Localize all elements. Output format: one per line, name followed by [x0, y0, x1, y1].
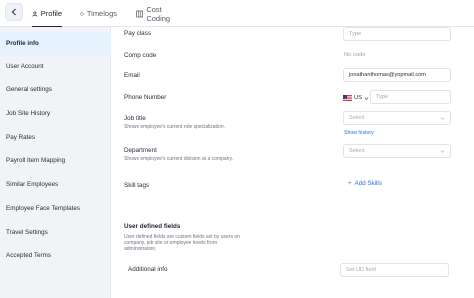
sidebar-item-accepted-terms[interactable]: Accepted Terms — [0, 244, 111, 267]
tab-profile[interactable]: Profile — [32, 0, 62, 28]
sidebar-item-payroll-item-mapping[interactable]: Payroll Item Mapping — [0, 149, 111, 172]
user-defined-fields-title: User defined fields — [124, 223, 181, 230]
tab-timelogs[interactable]: Timelogs — [80, 0, 117, 27]
tab-label: Cost Coding — [146, 4, 171, 23]
add-skills-button[interactable]: + Add Skills — [348, 180, 382, 187]
plus-icon: + — [348, 180, 352, 187]
sidebar-item-job-site-history[interactable]: Job Site History — [0, 102, 111, 125]
user-icon — [32, 11, 38, 17]
chevron-down-icon — [440, 150, 445, 153]
additional-info-label: Additional info — [128, 266, 168, 273]
department-select[interactable]: Select — [343, 144, 451, 158]
sidebar-item-label: Payroll Item Mapping — [6, 157, 66, 164]
chevron-down-icon — [440, 117, 445, 120]
comp-code-label: Comp code — [124, 52, 157, 59]
grid-icon — [136, 10, 144, 17]
show-history-link[interactable]: Show history — [344, 130, 374, 136]
us-flag-icon — [343, 95, 352, 101]
tab-label: Profile — [40, 9, 62, 18]
sidebar-item-label: Pay Rates — [6, 134, 36, 141]
chevron-down-icon — [364, 96, 369, 100]
clock-icon — [80, 11, 84, 16]
job-title-placeholder: Select — [349, 115, 365, 121]
sidebar-item-label: General settings — [6, 86, 52, 93]
skill-tags-label: Skill tags — [124, 182, 150, 189]
job-title-label: Job title — [124, 115, 146, 122]
job-title-select[interactable]: Select — [343, 111, 451, 125]
job-title-description: Shows employee's current role specializa… — [124, 124, 226, 130]
sidebar-item-label: Travel Settings — [6, 229, 48, 236]
sidebar-item-travel-settings[interactable]: Travel Settings — [0, 221, 111, 244]
sidebar-item-employee-face-templates[interactable]: Employee Face Templates — [0, 197, 111, 220]
comp-code-value: No code — [344, 52, 366, 58]
sidebar: Profile info User Account General settin… — [0, 27, 111, 298]
phone-input[interactable]: Type — [370, 90, 451, 104]
sidebar-item-user-account[interactable]: User Account — [0, 55, 111, 78]
tab-label: Timelogs — [86, 9, 117, 18]
sidebar-item-pay-rates[interactable]: Pay Rates — [0, 126, 111, 149]
department-label: Department — [124, 147, 157, 154]
back-button[interactable] — [5, 3, 23, 21]
sidebar-item-similar-employees[interactable]: Similar Employees — [0, 173, 111, 196]
profile-info-form: Pay class Type Comp code No code Email j… — [111, 27, 474, 298]
chevron-left-icon — [11, 8, 16, 16]
pay-class-input[interactable]: Type — [343, 27, 451, 41]
sidebar-item-label: Job Site History — [6, 110, 51, 117]
additional-info-input[interactable]: Set UD field — [340, 263, 449, 277]
udf-description-line-3: administration. — [124, 246, 157, 252]
email-field[interactable]: jonathanthomas@yopmail.com — [343, 68, 451, 82]
phone-number-label: Phone Number — [124, 94, 167, 101]
sidebar-item-label: User Account — [6, 63, 44, 70]
additional-info-placeholder: Set UD field — [346, 267, 376, 273]
sidebar-item-label: Similar Employees — [6, 181, 59, 188]
sidebar-item-label: Accepted Terms — [6, 252, 52, 259]
sidebar-item-general-settings[interactable]: General settings — [0, 78, 111, 101]
department-placeholder: Select — [349, 148, 365, 154]
tab-cost-coding[interactable]: Cost Coding — [136, 0, 184, 27]
sidebar-item-label: Employee Face Templates — [6, 205, 81, 212]
pay-class-placeholder: Type — [349, 31, 362, 37]
add-skills-label: Add Skills — [354, 180, 382, 187]
country-code-select[interactable]: US — [343, 91, 369, 105]
department-description: Shows employee's current division at a c… — [124, 156, 233, 162]
pay-class-label: Pay class — [124, 30, 151, 37]
sidebar-item-label: Profile info — [6, 40, 39, 47]
country-code: US — [354, 95, 363, 101]
sidebar-item-profile-info[interactable]: Profile info — [0, 32, 111, 55]
email-label: Email — [124, 72, 140, 79]
email-value: jonathanthomas@yopmail.com — [349, 72, 426, 78]
top-tab-bar: Profile Timelogs Cost Coding — [0, 0, 474, 28]
phone-placeholder: Type — [376, 94, 389, 100]
